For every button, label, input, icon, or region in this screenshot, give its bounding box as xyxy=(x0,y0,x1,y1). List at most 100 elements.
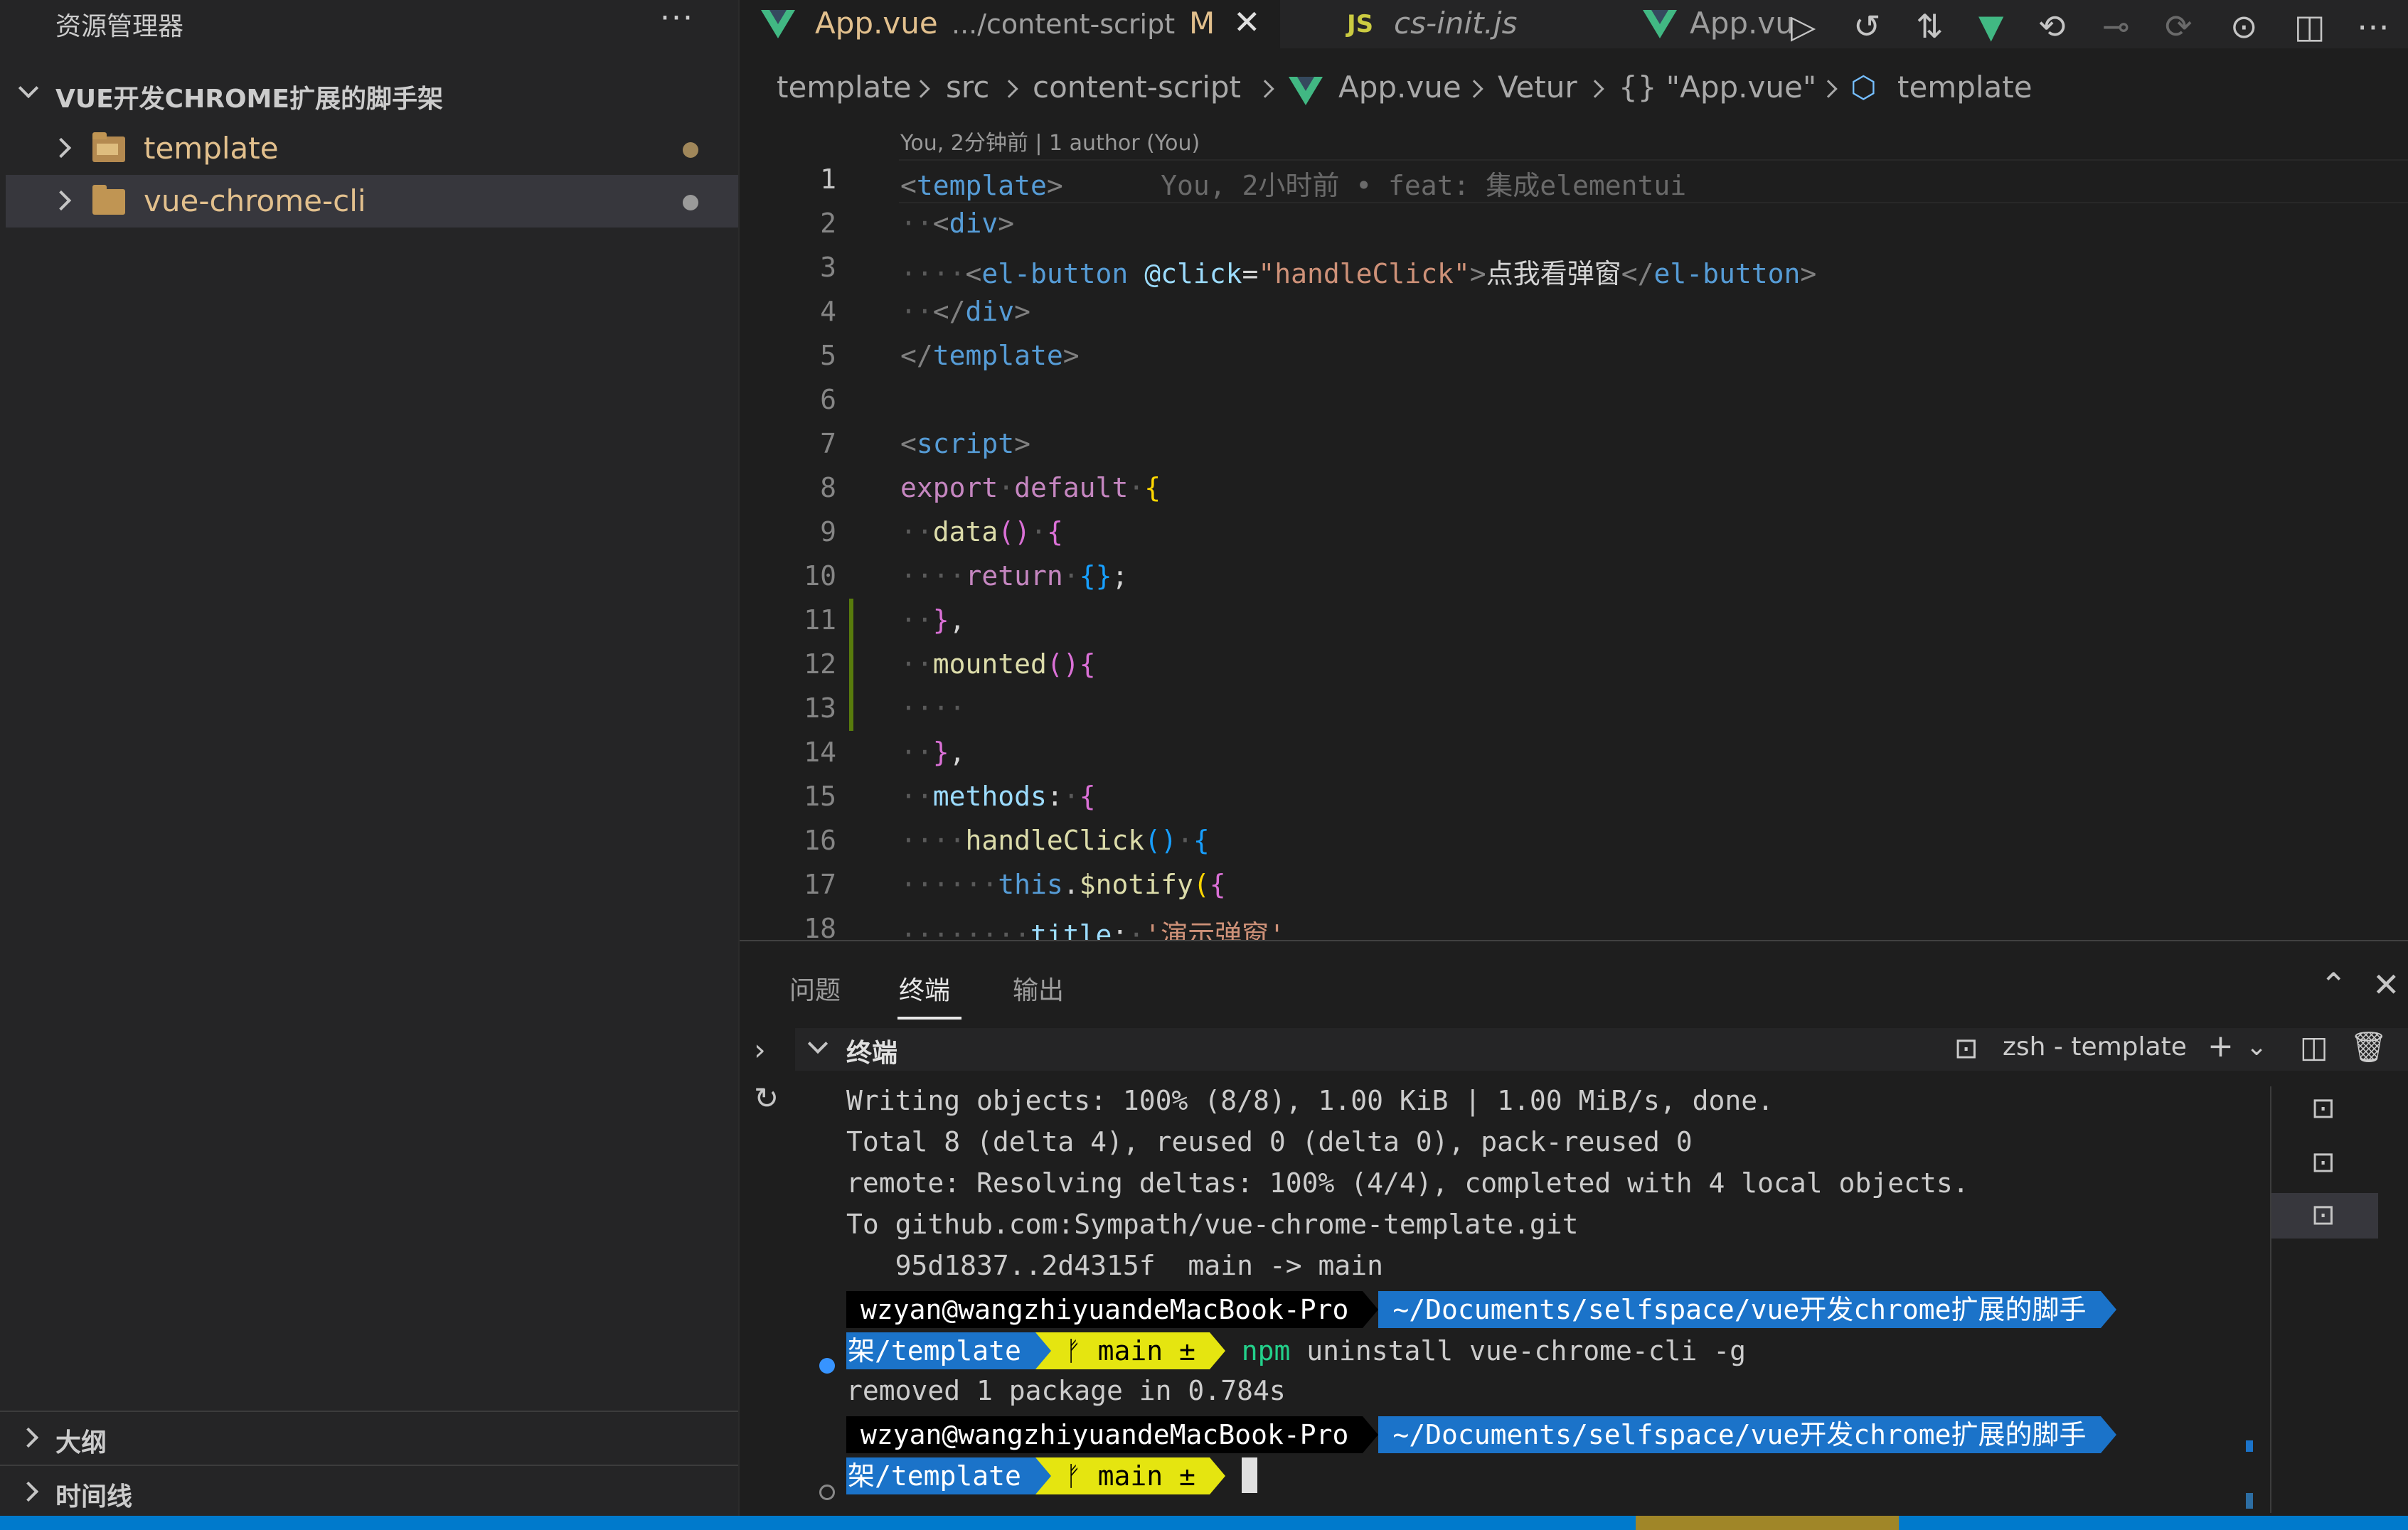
prompt-line: wzyan@wangzhiyuandeMacBook-Pro ~/Document… xyxy=(846,1416,2116,1456)
go-forward-icon[interactable]: ⟳ xyxy=(2165,7,2193,46)
prompt-user: wzyan@wangzhiyuandeMacBook-Pro xyxy=(846,1416,1363,1453)
maximize-panel-icon[interactable]: ⌃ xyxy=(2320,965,2348,1004)
outline-section[interactable]: 大纲 xyxy=(0,1411,738,1462)
more-actions-icon[interactable]: ··· xyxy=(660,0,694,36)
line-number: 2 xyxy=(820,208,836,239)
code-line-5: 5 </template> xyxy=(740,336,2408,380)
terminal-list-item[interactable]: ⊡ xyxy=(2271,1193,2378,1239)
terminal-list-item[interactable]: ⊡ xyxy=(2271,1086,2378,1132)
timeline-icon[interactable]: ⊙ xyxy=(2230,7,2258,46)
tab-terminal[interactable]: 终端 xyxy=(899,970,950,1007)
terminal-name[interactable]: zsh - template xyxy=(2003,1032,2187,1061)
code-text: ···· xyxy=(900,692,966,724)
terminal-output[interactable]: Writing objects: 100% (8/8), 1.00 KiB | … xyxy=(846,1085,2290,1512)
code-text: ··}, xyxy=(900,604,966,636)
git-branch: ᚠ main ± xyxy=(1050,1457,1210,1494)
codelens-authors[interactable]: You, 2分钟前 | 1 author (You) xyxy=(900,125,1200,156)
tab-app-vue-2[interactable]: App.vu xyxy=(1610,0,1796,48)
timeline-label: 时间线 xyxy=(55,1482,133,1512)
tab-label: App.vue xyxy=(815,6,938,41)
split-terminal-icon[interactable]: ◫ xyxy=(2300,1029,2328,1064)
line-number: 3 xyxy=(820,252,836,283)
terminal-line: 95d1837..2d4315f main -> main xyxy=(846,1250,1383,1281)
tab-path: .../content-script xyxy=(952,9,1176,40)
chevron-right-icon xyxy=(50,137,72,159)
line-number: 8 xyxy=(820,472,836,503)
terminal-icon: ⊡ xyxy=(2311,1146,2335,1179)
tab-output[interactable]: 输出 xyxy=(1013,970,1064,1007)
code-text: ··methods:·{ xyxy=(900,781,1096,812)
chevron-right-icon xyxy=(50,190,72,211)
code-editor[interactable]: You, 2分钟前 | 1 author (You) 1 <template> … xyxy=(740,121,2408,940)
line-number: 1 xyxy=(820,164,836,195)
scroll-marker xyxy=(2246,1440,2253,1452)
tree-item-vue-chrome-cli[interactable]: vue-chrome-cli xyxy=(6,175,738,228)
line-number: 10 xyxy=(804,560,836,592)
bottom-panel: 问题 终端 输出 ⌃ ✕ › ↻ 终端 ⊡ zsh - template + ⌄… xyxy=(740,940,2408,1516)
explorer-sidebar: 资源管理器 ··· VUE开发CHROME扩展的脚手架 template vue… xyxy=(0,0,738,1516)
terminal-cursor xyxy=(1241,1457,1257,1493)
line-number: 6 xyxy=(820,384,836,415)
timeline-section[interactable]: 时间线 xyxy=(0,1465,738,1516)
tab-app-vue[interactable]: App.vue .../content-script M ✕ xyxy=(740,0,1280,48)
breadcrumb-item[interactable]: template xyxy=(1897,70,2033,105)
code-line-9: 9 ··data()·{ xyxy=(740,512,2408,556)
refresh-icon[interactable]: ↻ xyxy=(754,1081,779,1116)
commit-icon[interactable]: ⊸ xyxy=(2102,7,2130,46)
compare-icon[interactable]: ⇅ xyxy=(1916,7,1944,46)
run-icon[interactable]: ▷ xyxy=(1791,7,1816,46)
go-back-icon[interactable]: ⟲ xyxy=(2038,7,2066,46)
code-text: ····return·{}; xyxy=(900,560,1129,592)
chevron-right-icon xyxy=(1256,80,1274,98)
breadcrumb-item[interactable]: content-script xyxy=(1033,70,1241,105)
tree-item-template[interactable]: template xyxy=(6,122,738,175)
code-line-8: 8 export·default·{ xyxy=(740,468,2408,512)
tab-cs-init-js[interactable]: JS cs-init.js xyxy=(1280,0,1610,48)
code-line-16: 16 ····handleClick()·{ xyxy=(740,820,2408,865)
terminal-list-item[interactable]: ⊡ xyxy=(2271,1140,2378,1186)
terminal-icon: ⊡ xyxy=(1954,1032,1978,1065)
history-icon[interactable]: ↺ xyxy=(1853,7,1881,46)
trash-icon[interactable]: 🗑 xyxy=(2350,1029,2387,1065)
command-success-decoration[interactable] xyxy=(819,1358,835,1374)
line-number: 13 xyxy=(804,692,836,724)
vue-file-icon xyxy=(1289,77,1323,105)
vue-devtools-icon[interactable]: ▼ xyxy=(1978,7,2003,46)
breadcrumb-item[interactable]: App.vue xyxy=(1338,70,1461,105)
more-icon[interactable]: ⋯ xyxy=(2357,7,2390,46)
close-icon[interactable]: ✕ xyxy=(1233,3,1261,41)
prompt-path: 架/template xyxy=(846,1332,1035,1369)
explorer-title: 资源管理器 xyxy=(55,12,184,41)
close-panel-icon[interactable]: ✕ xyxy=(2372,965,2400,1004)
outline-label: 大纲 xyxy=(55,1428,107,1457)
breadcrumb-item[interactable]: template xyxy=(777,70,912,105)
code-line-13: 13 ···· xyxy=(740,688,2408,732)
chevron-down-icon[interactable] xyxy=(807,1033,829,1054)
chevron-right-icon[interactable]: › xyxy=(754,1032,766,1067)
code-text: <script> xyxy=(900,428,1031,459)
terminal-line: remote: Resolving deltas: 100% (4/4), co… xyxy=(846,1167,1969,1199)
code-text: <template> You, 2小时前 • feat: 集成elementui xyxy=(900,170,1687,201)
prompt-path: ~/Documents/selfspace/vue开发chrome扩展的脚手 xyxy=(1378,1291,2101,1328)
split-editor-icon[interactable]: ◫ xyxy=(2294,7,2325,46)
code-text: ········title:·'演示弹窗', xyxy=(900,919,1301,940)
line-number: 16 xyxy=(804,825,836,856)
breadcrumb-item[interactable]: Vetur xyxy=(1498,70,1577,105)
breadcrumb-item[interactable]: src xyxy=(946,70,989,105)
chevron-right-icon xyxy=(1819,80,1838,98)
terminal-icon: ⊡ xyxy=(2311,1092,2335,1125)
new-terminal-icon[interactable]: + xyxy=(2207,1028,2234,1064)
line-number: 9 xyxy=(820,516,836,547)
command-pending-decoration[interactable] xyxy=(819,1484,835,1500)
prompt-line: 架/template ᚠ main ± xyxy=(846,1457,1257,1497)
line-number: 17 xyxy=(804,869,836,900)
tab-problems[interactable]: 问题 xyxy=(789,970,841,1007)
command-name: npm xyxy=(1241,1335,1291,1366)
chevron-down-icon[interactable]: ⌄ xyxy=(2246,1032,2267,1061)
active-tab-indicator xyxy=(897,1017,961,1020)
code-line-18: 18 ········title:·'演示弹窗', xyxy=(740,909,2408,940)
workspace-folder-header[interactable]: VUE开发CHROME扩展的脚手架 xyxy=(0,74,738,114)
code-text: ··</div> xyxy=(900,296,1031,327)
code-line-11: 11 ··}, xyxy=(740,600,2408,644)
breadcrumb-item[interactable]: {} "App.vue" xyxy=(1619,70,1816,105)
